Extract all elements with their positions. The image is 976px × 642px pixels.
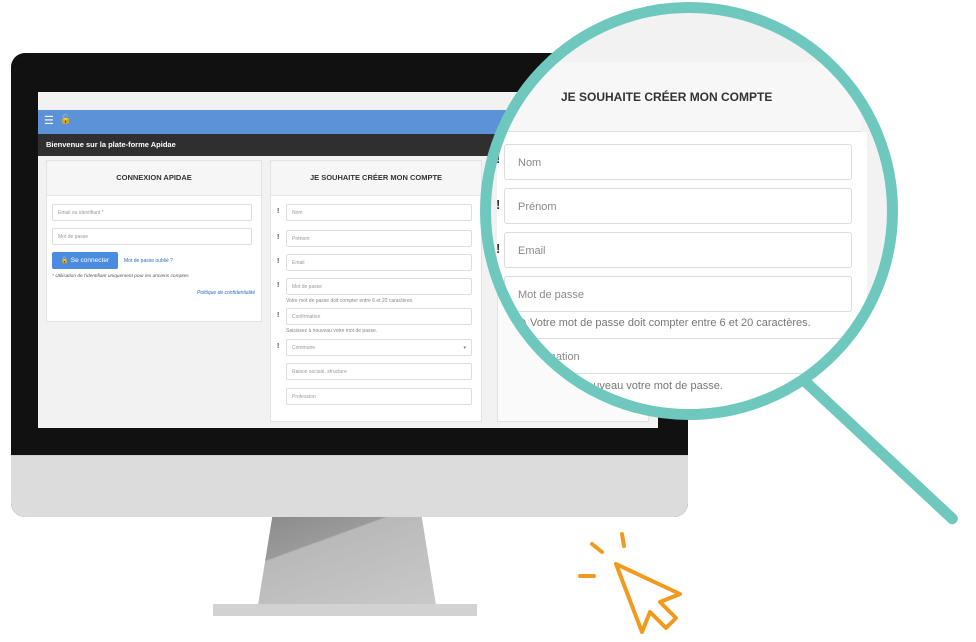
connect-button[interactable]: 🔒 Se connecter: [52, 252, 118, 269]
commune-select[interactable]: Commune ▾: [286, 339, 472, 356]
forgot-password-link[interactable]: Mot de passe oublié ?: [124, 258, 173, 264]
login-title: CONNEXION APIDAE: [47, 161, 261, 196]
magnified-confirmation-label: rmation: [543, 351, 580, 363]
connect-button-label: Se connecter: [70, 257, 110, 264]
magnified-password-hint: i Votre mot de passe doit compter entre 6…: [514, 317, 811, 330]
commune-label: Commune: [292, 345, 316, 351]
required-icon: !: [277, 208, 280, 215]
confirmation-hint: Saisissez à nouveau votre mot de passe.: [286, 328, 378, 334]
monitor-stand: [258, 517, 436, 605]
magnified-prenom-input[interactable]: Prénom: [504, 188, 852, 224]
lock-icon: 🔒: [60, 257, 69, 264]
required-icon: !: [277, 343, 280, 350]
signup-panel: JE SOUHAITE CRÉER MON COMPTE ! Nom ! Pré…: [270, 160, 482, 422]
monitor-chin: [11, 455, 688, 517]
chevron-down-icon: ▾: [463, 345, 466, 351]
monitor-base: [213, 604, 477, 616]
confirmation-input[interactable]: Confirmation: [286, 308, 472, 325]
login-note: * Utilisation de l'identifiant uniquemen…: [52, 274, 189, 279]
lock-icon: 🔓: [60, 114, 72, 124]
required-icon: !: [496, 241, 501, 256]
magnified-password-input[interactable]: Mot de passe: [504, 276, 852, 312]
login-panel: CONNEXION APIDAE Email ou identifiant * …: [46, 160, 262, 322]
password-input[interactable]: Mot de passe: [286, 278, 472, 295]
nom-input[interactable]: Nom: [286, 204, 472, 221]
required-icon: !: [496, 197, 501, 212]
cursor-click-icon: [578, 532, 682, 634]
required-icon: !: [277, 282, 280, 289]
magnified-title: JE SOUHAITE CRÉER MON COMPTE: [501, 62, 861, 132]
arrow-pointer: [614, 562, 682, 634]
required-icon: !: [277, 312, 280, 319]
magnified-confirmation-input[interactable]: rmation: [504, 338, 852, 374]
magnified-password-hint-text: Votre mot de passe doit compter entre 6 …: [530, 317, 811, 329]
required-icon: !: [277, 258, 280, 265]
magnified-nom-input[interactable]: Nom: [504, 144, 852, 180]
menu-icon[interactable]: ☰: [44, 114, 54, 127]
profession-input[interactable]: Profession: [286, 388, 472, 405]
click-ray: [620, 532, 626, 548]
login-email-input[interactable]: Email ou identifiant *: [52, 204, 252, 221]
required-icon: !: [277, 234, 280, 241]
magnified-email-input[interactable]: Email: [504, 232, 852, 268]
click-ray: [590, 542, 604, 554]
raison-sociale-input[interactable]: Raison sociale, structure: [286, 363, 472, 380]
prenom-input[interactable]: Prénom: [286, 230, 472, 247]
info-icon: i: [514, 318, 526, 330]
magnified-confirmation-hint: nouveau votre mot de passe.: [581, 380, 723, 392]
signup-title: JE SOUHAITE CRÉER MON COMPTE: [271, 161, 481, 196]
magnifier-lens: JE SOUHAITE CRÉER MON COMPTE ! Nom ! Pré…: [480, 2, 898, 420]
required-icon: !: [496, 151, 501, 166]
privacy-link[interactable]: Politique de confidentialité: [197, 290, 255, 296]
password-hint: Votre mot de passe doit compter entre 6 …: [286, 298, 414, 304]
login-password-input[interactable]: Mot de passe: [52, 228, 252, 245]
email-input[interactable]: Email: [286, 254, 472, 271]
